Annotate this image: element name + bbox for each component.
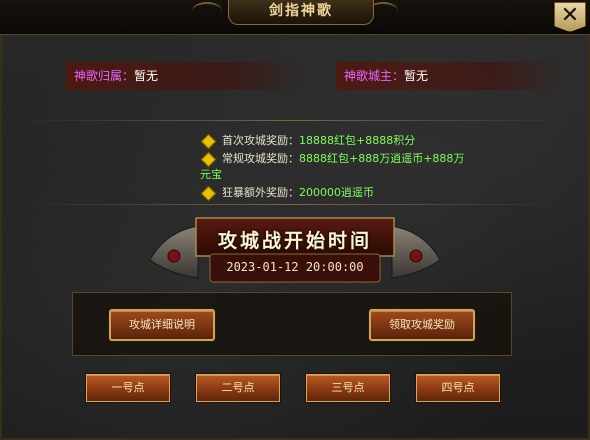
reward-item-first: 首次攻城奖励：18888红包+8888积分 (200, 133, 480, 150)
claim-siege-reward-button[interactable]: 领取攻城奖励 (369, 309, 475, 341)
reward-item-regular: 常规攻城奖励：8888红包+888万逍遥币+888万 元宝 (200, 151, 480, 183)
city-lord-value: 暂无 (404, 69, 429, 83)
reward-list: 首次攻城奖励：18888红包+8888积分 常规攻城奖励：8888红包+888万… (200, 133, 480, 203)
city-lord-row: 神歌城主：暂无 (336, 62, 564, 90)
action-bar: 攻城详细说明 领取攻城奖励 (72, 292, 512, 356)
reward-value: 8888红包+888万逍遥币+888万 (299, 152, 465, 165)
diamond-bullet-icon (200, 185, 217, 202)
diamond-bullet-icon (200, 151, 217, 168)
divider-top (20, 120, 570, 121)
guild-owner-row: 神歌归属：暂无 (66, 62, 304, 90)
close-button[interactable]: ✕ (554, 2, 586, 32)
reward-value-continued: 元宝 (200, 168, 222, 181)
siege-details-button[interactable]: 攻城详细说明 (109, 309, 215, 341)
divider-middle (20, 204, 570, 205)
close-icon: ✕ (560, 3, 580, 28)
point-3-button[interactable]: 三号点 (306, 374, 390, 402)
guild-owner-label: 神歌归属： (74, 69, 135, 83)
window-header: 剑指神歌 (0, 0, 590, 35)
reward-label: 首次攻城奖励： (222, 134, 299, 147)
reward-value: 18888红包+8888积分 (299, 134, 416, 147)
siege-start-time: 2023-01-12 20:00:00 (226, 260, 364, 274)
reward-label: 狂暴额外奖励： (222, 186, 299, 199)
guild-owner-value: 暂无 (134, 69, 159, 83)
siege-banner-title: 攻城战开始时间 (217, 230, 372, 252)
point-2-button[interactable]: 二号点 (196, 374, 280, 402)
reward-label: 常规攻城奖励： (222, 152, 299, 165)
diamond-bullet-icon (200, 133, 217, 150)
reward-item-rage: 狂暴额外奖励：200000逍遥币 (200, 185, 480, 202)
point-4-button[interactable]: 四号点 (416, 374, 500, 402)
point-1-button[interactable]: 一号点 (86, 374, 170, 402)
reward-value: 200000逍遥币 (299, 186, 374, 199)
title-ornament-left (192, 2, 222, 20)
siege-time-banner: 攻城战开始时间 2023-01-12 20:00:00 (140, 212, 450, 292)
city-lord-label: 神歌城主： (344, 69, 405, 83)
window-title: 剑指神歌 (228, 0, 374, 25)
